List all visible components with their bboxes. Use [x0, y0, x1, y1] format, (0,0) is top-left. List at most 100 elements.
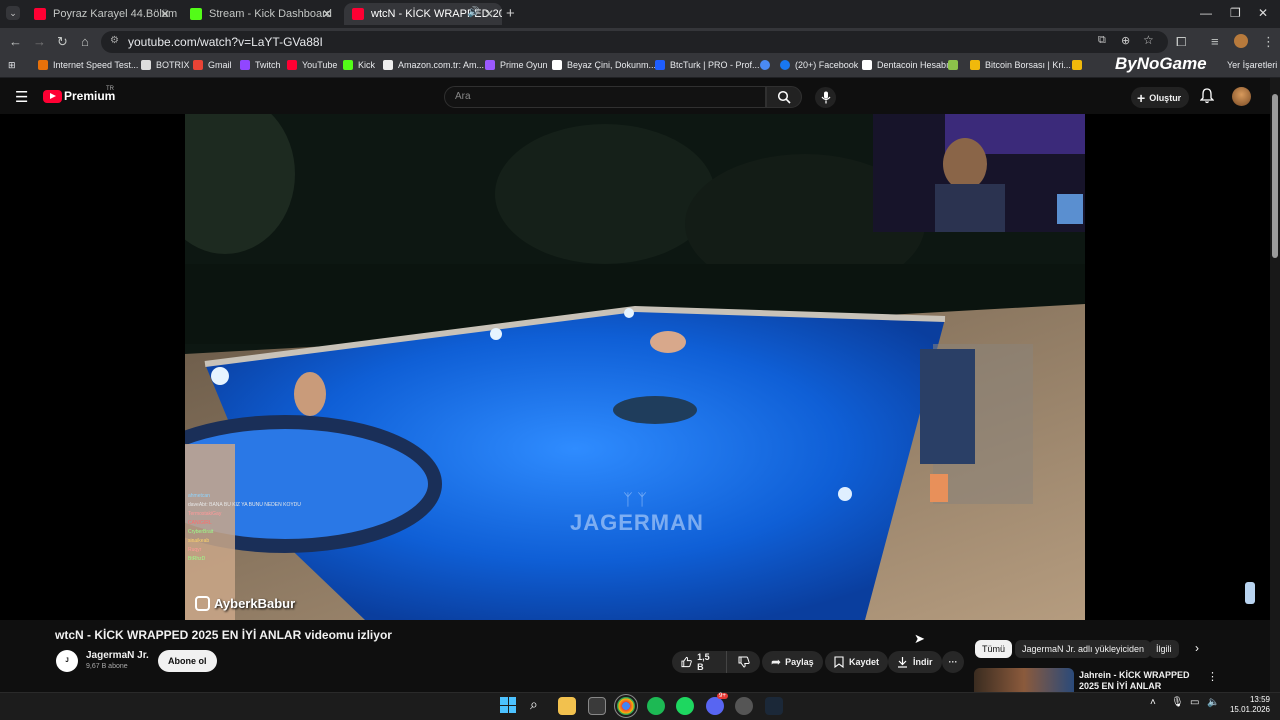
- tray-chevron-up-icon[interactable]: ˄: [1150, 697, 1156, 708]
- forward-icon[interactable]: →: [33, 34, 46, 49]
- video-player[interactable]: ahmetcan daveAbt: BANA BU KIZ YA BUNU NE…: [185, 114, 1085, 620]
- system-clock[interactable]: 13:59 15.01.2026: [1228, 695, 1270, 715]
- search-button[interactable]: [766, 86, 802, 108]
- bynogame-ad-banner[interactable]: ByNoGame: [1115, 54, 1207, 74]
- more-actions-button[interactable]: ···: [942, 651, 964, 673]
- tab-poyraz[interactable]: Poyraz Karayel 44.Bölüm - Full B ✕: [26, 3, 178, 25]
- bookmark-star-icon[interactable]: ☆: [1143, 33, 1154, 47]
- scrollbar-thumb[interactable]: [1272, 94, 1278, 258]
- search-input[interactable]: Ara: [444, 86, 766, 108]
- share-button[interactable]: ➦ Paylaş: [762, 651, 823, 673]
- chat-line: Ruqyr: [188, 547, 202, 553]
- chip-all[interactable]: Tümü: [975, 640, 1013, 658]
- close-tab-icon[interactable]: ✕: [322, 7, 332, 21]
- taskbar-search-icon[interactable]: ⌕: [530, 696, 538, 713]
- like-count: 1,5 B: [697, 652, 710, 672]
- subscribe-button[interactable]: Abone ol: [158, 650, 217, 672]
- tab-kick-dashboard[interactable]: Stream - Kick Dashboard ✕: [182, 3, 340, 25]
- chip-related[interactable]: İlgili: [1149, 640, 1179, 658]
- search-placeholder: Ara: [455, 91, 471, 102]
- volume-icon[interactable]: 🔈: [1207, 697, 1219, 708]
- cast-icon[interactable]: ⧉: [1098, 34, 1106, 47]
- chrome-icon[interactable]: [614, 694, 638, 718]
- menu-kebab-icon[interactable]: ⋮: [1262, 34, 1275, 50]
- recommended-menu-icon[interactable]: ⋮: [1207, 670, 1218, 683]
- close-tab-icon[interactable]: ✕: [160, 7, 170, 21]
- chevron-right-icon[interactable]: ›: [1195, 641, 1199, 655]
- account-avatar[interactable]: [1232, 87, 1251, 106]
- tab-wtcn-video[interactable]: wtcN - KİCK WRAPPED 202 🔊 ✕: [344, 3, 502, 25]
- audio-playing-icon[interactable]: 🔊: [468, 7, 480, 18]
- bookmark-dentacoin[interactable]: Dentacoin Hesabı: [862, 60, 949, 70]
- site-info-icon[interactable]: ⚙: [110, 35, 119, 46]
- download-button[interactable]: İndir: [888, 651, 942, 673]
- bookmark-btcturk[interactable]: BtcTurk | PRO - Prof...: [655, 60, 760, 70]
- bookmark-amazon[interactable]: Amazon.com.tr: Am...: [383, 60, 484, 70]
- channel-avatar[interactable]: J: [56, 650, 78, 672]
- extensions-icon[interactable]: ⧠: [1176, 34, 1186, 50]
- recommended-title[interactable]: Jahrein - KİCK WRAPPED 2025 EN İYİ ANLAR…: [1079, 670, 1199, 692]
- reading-list-icon[interactable]: ≡: [1211, 34, 1219, 49]
- bookmark-binance-2[interactable]: [1072, 60, 1087, 70]
- home-icon[interactable]: ⌂: [81, 34, 89, 49]
- notifications-button[interactable]: [1200, 88, 1214, 104]
- bookmark-gmail[interactable]: Gmail: [193, 60, 232, 70]
- bookmark-beyaz-cini[interactable]: Beyaz Çini, Dokunm...: [552, 60, 656, 70]
- chat-line: ahmetcan: [188, 493, 210, 499]
- bookmark-facebook[interactable]: (20+) Facebook: [780, 60, 858, 70]
- channel-name[interactable]: JagermaN Jr.: [86, 650, 149, 661]
- network-icon[interactable]: ▭: [1190, 697, 1199, 708]
- watermark-text: JAGERMAN: [570, 510, 704, 535]
- reload-icon[interactable]: ↻: [57, 34, 68, 50]
- profile-avatar-icon[interactable]: [1234, 34, 1248, 48]
- steam-icon[interactable]: [765, 697, 783, 715]
- bookmark-speedtest[interactable]: Internet Speed Test...: [38, 60, 138, 70]
- minimize-icon[interactable]: —: [1200, 6, 1212, 20]
- new-tab-icon[interactable]: +: [506, 5, 515, 22]
- recommended-thumbnail[interactable]: [974, 668, 1074, 692]
- microphone-tray-icon[interactable]: 🎙: [1171, 697, 1184, 708]
- bookmark-prime-oyun[interactable]: Prime Oyun: [485, 60, 548, 70]
- restore-icon[interactable]: ❐: [1230, 6, 1241, 20]
- discord-icon[interactable]: [706, 697, 724, 715]
- like-button[interactable]: 1,5 B: [672, 651, 726, 673]
- tab-title: wtcN - KİCK WRAPPED 202: [371, 8, 502, 20]
- bookmark-label: Bitcoin Borsası | Kri...: [985, 60, 1071, 70]
- start-button[interactable]: [500, 697, 516, 713]
- kick-app-icon[interactable]: [647, 697, 665, 715]
- close-tab-icon[interactable]: ✕: [484, 7, 494, 21]
- bookmark-globe[interactable]: [760, 60, 775, 70]
- bookmark-youtube[interactable]: YouTube: [287, 60, 337, 70]
- apps-grid-icon[interactable]: ⊞: [8, 60, 16, 71]
- bookmark-twitch[interactable]: Twitch: [240, 60, 281, 70]
- tab-search-button[interactable]: ⌄: [6, 6, 20, 20]
- file-explorer-icon[interactable]: [558, 697, 576, 715]
- chip-label: İlgili: [1156, 644, 1172, 654]
- bookmark-bitcoin-borsasi[interactable]: Bitcoin Borsası | Kri...: [970, 60, 1071, 70]
- save-label: Kaydet: [849, 657, 880, 667]
- close-window-icon[interactable]: ✕: [1258, 6, 1268, 20]
- chip-from-uploader[interactable]: JagermaN Jr. adlı yükleyiciden: [1015, 640, 1152, 658]
- subscribe-label: Abone ol: [168, 656, 207, 666]
- guide-menu-icon[interactable]: ☰: [15, 88, 28, 106]
- bookmark-botrix[interactable]: BOTRIX: [141, 60, 190, 70]
- windows-taskbar: [0, 692, 1280, 720]
- back-icon[interactable]: ←: [9, 34, 22, 49]
- store-icon[interactable]: [588, 697, 606, 715]
- bookmark-kick[interactable]: Kick: [343, 60, 375, 70]
- spotify-icon[interactable]: [676, 697, 694, 715]
- voice-search-button[interactable]: [815, 87, 836, 108]
- dislike-button[interactable]: [726, 651, 760, 673]
- obs-icon[interactable]: [735, 697, 753, 715]
- bookmark-p[interactable]: [948, 60, 963, 70]
- tab-title: Stream - Kick Dashboard: [209, 8, 332, 20]
- youtube-logo-icon[interactable]: [43, 90, 62, 103]
- address-bar[interactable]: ⚙ youtube.com/watch?v=LaYT-GVa88I ⧉ ⊕ ☆: [101, 31, 1168, 53]
- zoom-icon[interactable]: ⊕: [1121, 34, 1130, 47]
- save-button[interactable]: Kaydet: [825, 651, 889, 673]
- create-button[interactable]: + Oluştur: [1131, 87, 1189, 108]
- browser-tab-strip: ⌄ Poyraz Karayel 44.Bölüm - Full B ✕ Str…: [0, 0, 1280, 28]
- bookmarks-folder[interactable]: Yer İşaretleri: [1227, 60, 1277, 70]
- stream-chat-overlay: ahmetcan daveAbt: BANA BU KIZ YA BUNU NE…: [188, 492, 308, 564]
- bookmark-label: Twitch: [255, 60, 281, 70]
